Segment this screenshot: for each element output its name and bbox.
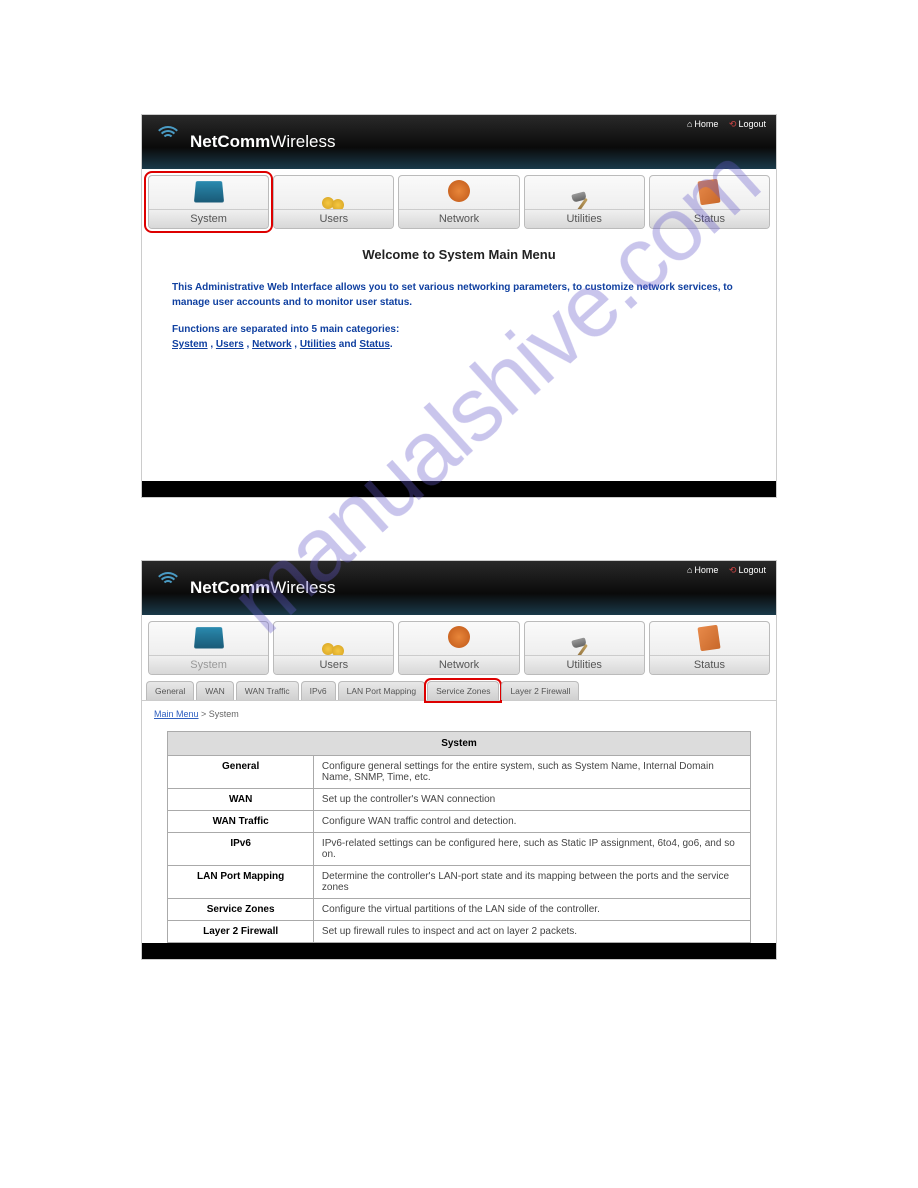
link-network[interactable]: Network [252, 339, 291, 350]
brand-light: Wireless [270, 132, 335, 151]
row-desc: Configure WAN traffic control and detect… [313, 811, 750, 833]
row-label: LAN Port Mapping [168, 866, 314, 899]
nav-utilities[interactable]: Utilities [524, 175, 645, 229]
row-desc: IPv6-related settings can be configured … [313, 833, 750, 866]
nav-label: Users [274, 655, 393, 674]
logout-link[interactable]: Logout [729, 565, 766, 575]
link-status[interactable]: Status [359, 339, 390, 350]
breadcrumb-main-menu[interactable]: Main Menu [154, 709, 199, 719]
nav-label: Status [650, 655, 769, 674]
wifi-icon [154, 132, 182, 152]
nav-label: Users [274, 209, 393, 228]
nav-label: Utilities [525, 655, 644, 674]
nav-utilities[interactable]: Utilities [524, 621, 645, 675]
nav-users[interactable]: Users [273, 175, 394, 229]
nav-label: Network [399, 655, 518, 674]
row-label: IPv6 [168, 833, 314, 866]
panel-system: Home Logout NetCommWireless System Users [141, 560, 777, 960]
row-desc: Set up firewall rules to inspect and act… [313, 921, 750, 943]
footer-bar [142, 943, 776, 959]
table-row: GeneralConfigure general settings for th… [168, 756, 750, 789]
sub-nav: General WAN WAN Traffic IPv6 LAN Port Ma… [142, 681, 776, 701]
header: Home Logout NetCommWireless [142, 561, 776, 615]
system-table: System GeneralConfigure general settings… [167, 731, 750, 943]
row-desc: Configure general settings for the entir… [313, 756, 750, 789]
main-nav: System Users Network Utilities Status [142, 169, 776, 235]
table-row: IPv6IPv6-related settings can be configu… [168, 833, 750, 866]
home-link[interactable]: Home [687, 119, 718, 129]
tab-general[interactable]: General [146, 681, 194, 700]
network-icon [448, 180, 470, 202]
home-link[interactable]: Home [687, 565, 718, 575]
row-label: Service Zones [168, 899, 314, 921]
nav-label: Status [650, 209, 769, 228]
tab-service-zones[interactable]: Service Zones [427, 681, 499, 700]
table-row: LAN Port MappingDetermine the controller… [168, 866, 750, 899]
row-desc: Determine the controller's LAN-port stat… [313, 866, 750, 899]
link-utilities[interactable]: Utilities [300, 339, 336, 350]
link-system[interactable]: System [172, 339, 208, 350]
table-row: WAN TrafficConfigure WAN traffic control… [168, 811, 750, 833]
header: Home Logout NetCommWireless [142, 115, 776, 169]
row-desc: Configure the virtual partitions of the … [313, 899, 750, 921]
nav-label: Network [399, 209, 518, 228]
nav-status[interactable]: Status [649, 175, 770, 229]
status-icon [698, 179, 721, 206]
intro-paragraph: This Administrative Web Interface allows… [172, 280, 746, 310]
tab-wan-traffic[interactable]: WAN Traffic [236, 681, 299, 700]
nav-network[interactable]: Network [398, 175, 519, 229]
nav-network[interactable]: Network [398, 621, 519, 675]
wifi-icon [154, 578, 182, 598]
status-icon [698, 625, 721, 652]
tab-layer2-firewall[interactable]: Layer 2 Firewall [501, 681, 579, 700]
system-icon [194, 627, 224, 648]
breadcrumb-current: System [209, 709, 239, 719]
brand-bold: NetComm [190, 132, 270, 151]
nav-label: System [149, 209, 268, 228]
row-label: Layer 2 Firewall [168, 921, 314, 943]
system-icon [194, 181, 224, 202]
table-row: WANSet up the controller's WAN connectio… [168, 789, 750, 811]
row-label: WAN [168, 789, 314, 811]
row-desc: Set up the controller's WAN connection [313, 789, 750, 811]
main-nav: System Users Network Utilities Status [142, 615, 776, 681]
nav-system[interactable]: System [148, 175, 269, 229]
row-label: WAN Traffic [168, 811, 314, 833]
brand-bold: NetComm [190, 578, 270, 597]
footer-bar [142, 481, 776, 497]
page-title: Welcome to System Main Menu [172, 247, 746, 262]
panel-welcome: Home Logout NetCommWireless System Users [141, 114, 777, 498]
nav-users[interactable]: Users [273, 621, 394, 675]
nav-system[interactable]: System [148, 621, 269, 675]
row-label: General [168, 756, 314, 789]
nav-status[interactable]: Status [649, 621, 770, 675]
breadcrumb: Main Menu > System [142, 701, 776, 727]
table-row: Layer 2 FirewallSet up firewall rules to… [168, 921, 750, 943]
brand-light: Wireless [270, 578, 335, 597]
logout-link[interactable]: Logout [729, 119, 766, 129]
tab-lan-port-mapping[interactable]: LAN Port Mapping [338, 681, 425, 700]
table-row: Service ZonesConfigure the virtual parti… [168, 899, 750, 921]
link-users[interactable]: Users [216, 339, 244, 350]
nav-label: System [149, 655, 268, 674]
tab-ipv6[interactable]: IPv6 [301, 681, 336, 700]
table-header: System [168, 732, 750, 756]
functions-paragraph: Functions are separated into 5 main cate… [172, 322, 746, 352]
tab-wan[interactable]: WAN [196, 681, 234, 700]
nav-label: Utilities [525, 209, 644, 228]
network-icon [448, 626, 470, 648]
content-welcome: Welcome to System Main Menu This Adminis… [142, 235, 776, 376]
